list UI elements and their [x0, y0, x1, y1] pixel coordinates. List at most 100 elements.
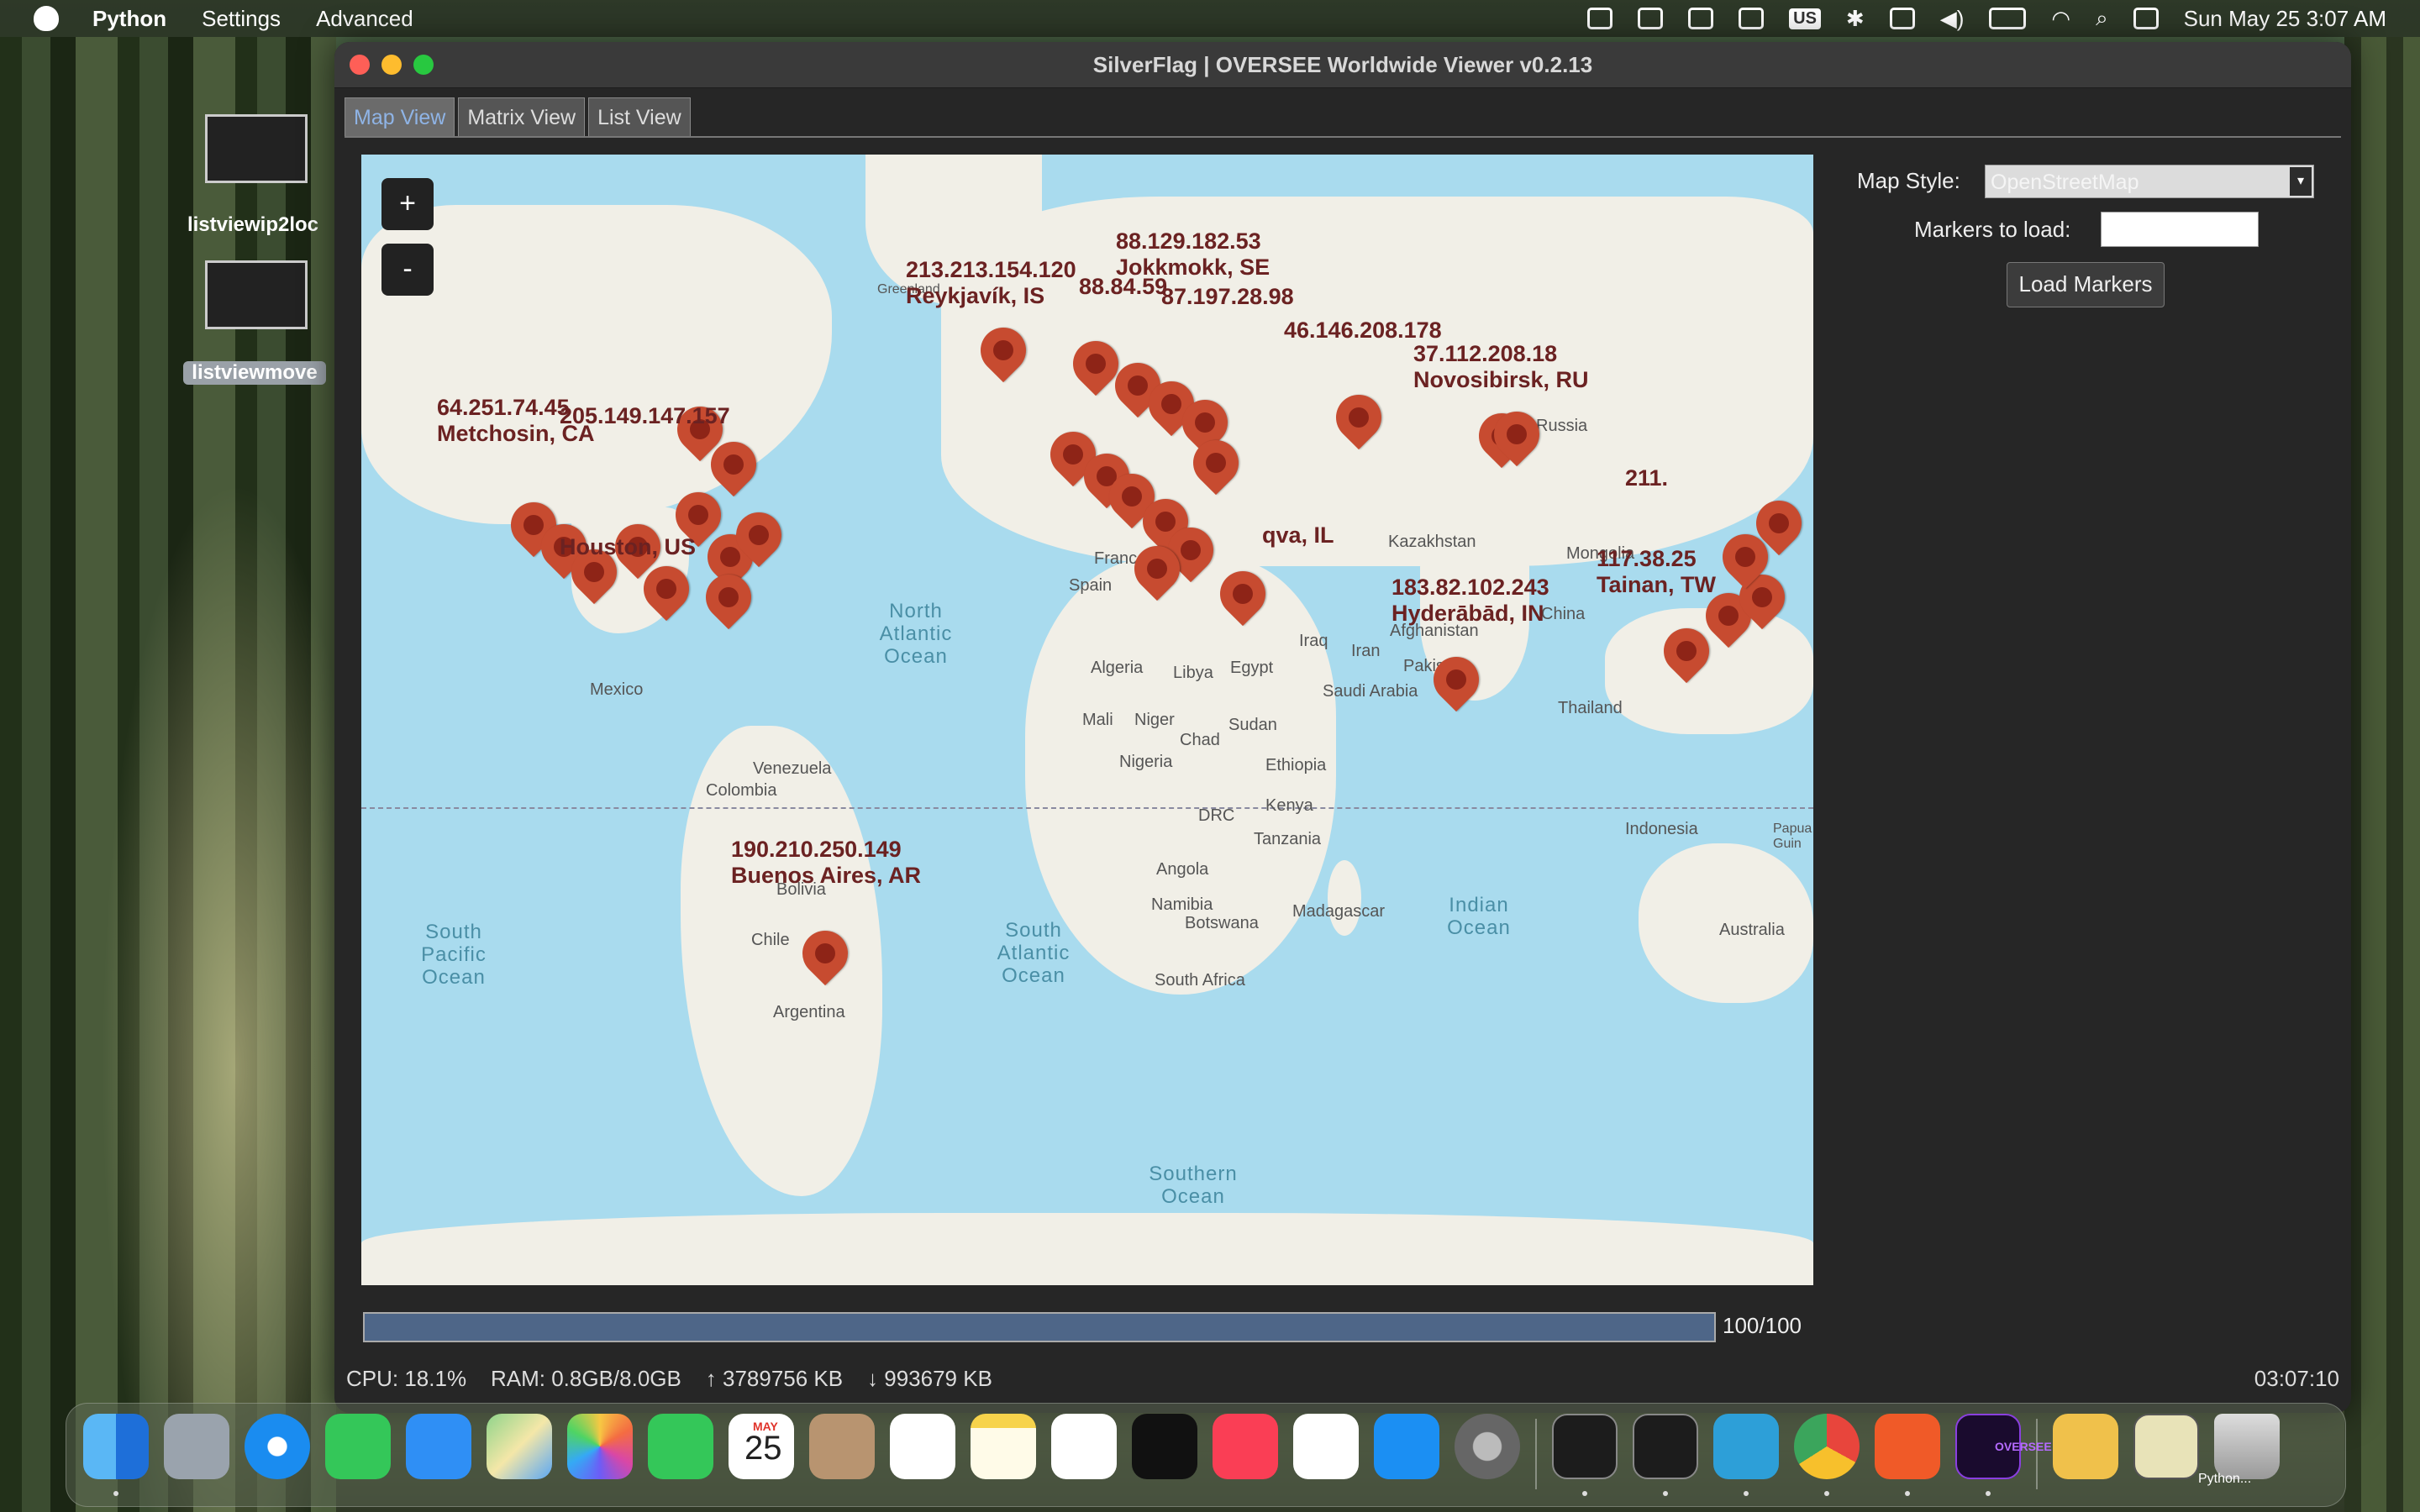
terminal-icon[interactable]	[1633, 1414, 1698, 1479]
country-label: Namibia	[1151, 895, 1213, 914]
marker-ip: 46.146.208.178	[1284, 318, 1442, 343]
tv-icon[interactable]	[1132, 1414, 1197, 1479]
vscodium-icon[interactable]	[1713, 1414, 1779, 1479]
map-style-label: Map Style:	[1857, 168, 1960, 193]
marker-ip: 117.38.25	[1597, 546, 1697, 571]
desktop-file-thumbnail[interactable]	[205, 260, 308, 329]
marker-label: 213.213.154.120 Reykjavík, IS	[906, 257, 1076, 309]
equator-line	[361, 807, 1813, 809]
desktop-wallpaper-right	[2344, 37, 2420, 1512]
upload-total: ↑ 3789756 KB	[705, 1366, 844, 1391]
marker-city: Reykjavík, IS	[906, 283, 1045, 308]
chevron-down-icon[interactable]: ▾	[2290, 167, 2312, 196]
landmass-antarctica	[361, 1213, 1813, 1285]
apple-icon[interactable]	[34, 6, 59, 31]
messages-icon[interactable]	[325, 1414, 391, 1479]
marker-ip: 211.	[1625, 465, 1669, 491]
activity-monitor-icon[interactable]	[1552, 1414, 1618, 1479]
country-label: Niger	[1134, 711, 1175, 729]
marker-label: 117.38.25 Tainan, TW	[1597, 546, 1716, 598]
mail-icon[interactable]	[406, 1414, 471, 1479]
load-markers-button[interactable]: Load Markers	[2007, 262, 2165, 307]
marker-label: 88.84.59	[1079, 274, 1167, 300]
maps-icon[interactable]	[487, 1414, 552, 1479]
country-label: Sudan	[1228, 716, 1277, 734]
country-label: Indonesia	[1625, 820, 1698, 838]
photos-icon[interactable]	[567, 1414, 633, 1479]
markers-to-load-label: Markers to load:	[1914, 217, 2071, 242]
marker-ip: 183.82.102.243	[1392, 575, 1549, 600]
contacts-icon[interactable]	[809, 1414, 875, 1479]
audio-icon[interactable]	[1638, 8, 1664, 29]
stage-icon[interactable]	[1739, 8, 1765, 29]
country-label: Ethiopia	[1265, 756, 1327, 774]
music-icon[interactable]	[1213, 1414, 1278, 1479]
finder-icon[interactable]	[83, 1414, 149, 1479]
menu-clock[interactable]: Sun May 25 3:07 AM	[2184, 6, 2386, 32]
minimize-icon[interactable]	[381, 55, 402, 75]
tab-map-view[interactable]: Map View	[345, 97, 455, 137]
zoom-in-button[interactable]: +	[381, 178, 434, 230]
marker-city: Tainan, TW	[1597, 572, 1716, 597]
menu-advanced[interactable]: Advanced	[316, 6, 413, 32]
tab-matrix-view[interactable]: Matrix View	[458, 97, 586, 137]
brave-icon[interactable]	[1875, 1414, 1940, 1479]
volume-icon[interactable]: ◀)	[1940, 6, 1965, 32]
freeform-icon[interactable]	[1051, 1414, 1117, 1479]
map-style-select[interactable]: OpenStreetMap ▾	[1985, 165, 2314, 198]
launchpad-icon[interactable]	[164, 1414, 229, 1479]
marker-label: 183.82.102.243 Hyderābād, IN	[1392, 575, 1549, 627]
marker-label: Houston, US	[560, 534, 696, 560]
zoom-out-button[interactable]: -	[381, 244, 434, 296]
display-icon[interactable]	[1889, 8, 1915, 29]
wifi-icon[interactable]: ◠	[2051, 6, 2070, 32]
app-window: SilverFlag | OVERSEE Worldwide Viewer v0…	[334, 42, 2351, 1413]
window-icon[interactable]	[1688, 8, 1714, 29]
news-icon[interactable]	[1293, 1414, 1359, 1479]
facetime-icon[interactable]	[648, 1414, 713, 1479]
world-map[interactable]: North Atlantic Ocean South Pacific Ocean…	[361, 155, 1813, 1285]
desktop-file-thumbnail[interactable]	[205, 114, 308, 183]
control-center-icon[interactable]	[2133, 8, 2159, 29]
close-icon[interactable]	[350, 55, 370, 75]
map-marker[interactable]	[696, 564, 761, 630]
running-indicator	[1582, 1491, 1587, 1496]
trash-icon[interactable]	[2214, 1414, 2280, 1479]
bluetooth-icon[interactable]: ✱	[1846, 6, 1865, 32]
maximize-icon[interactable]	[413, 55, 434, 75]
country-label: Colombia	[706, 781, 777, 800]
country-label: Egypt	[1230, 659, 1274, 677]
title-bar[interactable]: SilverFlag | OVERSEE Worldwide Viewer v0…	[334, 42, 2351, 88]
search-icon[interactable]: ⌕	[2096, 5, 2108, 32]
menu-settings[interactable]: Settings	[202, 6, 281, 32]
country-label: Botswana	[1185, 914, 1259, 932]
progress-bar	[363, 1312, 1716, 1342]
menu-bar: Python Settings Advanced US ✱ ◀) ◠ ⌕ Sun…	[0, 0, 2420, 37]
reminders-icon[interactable]	[890, 1414, 955, 1479]
country-label: Mexico	[590, 680, 644, 699]
running-indicator	[1744, 1491, 1749, 1496]
safari-icon[interactable]	[245, 1414, 310, 1479]
markers-to-load-input[interactable]	[2101, 212, 2259, 247]
oversee-icon-caption: OVERSEE	[1995, 1440, 2052, 1453]
downloads-folder-icon[interactable]	[2053, 1414, 2118, 1479]
tab-divider	[345, 136, 2341, 138]
python-window-icon[interactable]	[2133, 1414, 2199, 1479]
marker-label: 211.	[1625, 465, 1668, 491]
country-label: Algeria	[1091, 659, 1144, 677]
notes-icon[interactable]	[971, 1414, 1036, 1479]
desktop-file-label[interactable]: listviewip2loc	[173, 213, 333, 237]
marker-city: qva, IL	[1262, 522, 1334, 548]
status-clock: 03:07:10	[2254, 1366, 2339, 1391]
keyboard-layout-icon[interactable]: US	[1789, 8, 1821, 29]
menu-app-name[interactable]: Python	[92, 6, 166, 32]
battery-icon[interactable]	[1989, 8, 2027, 29]
dock-separator	[1535, 1419, 1537, 1489]
desktop-file-label[interactable]: listviewmove	[183, 361, 326, 385]
system-settings-icon[interactable]	[1455, 1414, 1520, 1479]
app-store-icon[interactable]	[1374, 1414, 1439, 1479]
tab-list-view[interactable]: List View	[588, 97, 691, 137]
country-label: Kenya	[1265, 796, 1313, 815]
grid-icon[interactable]	[1587, 8, 1613, 29]
chrome-icon[interactable]	[1794, 1414, 1860, 1479]
